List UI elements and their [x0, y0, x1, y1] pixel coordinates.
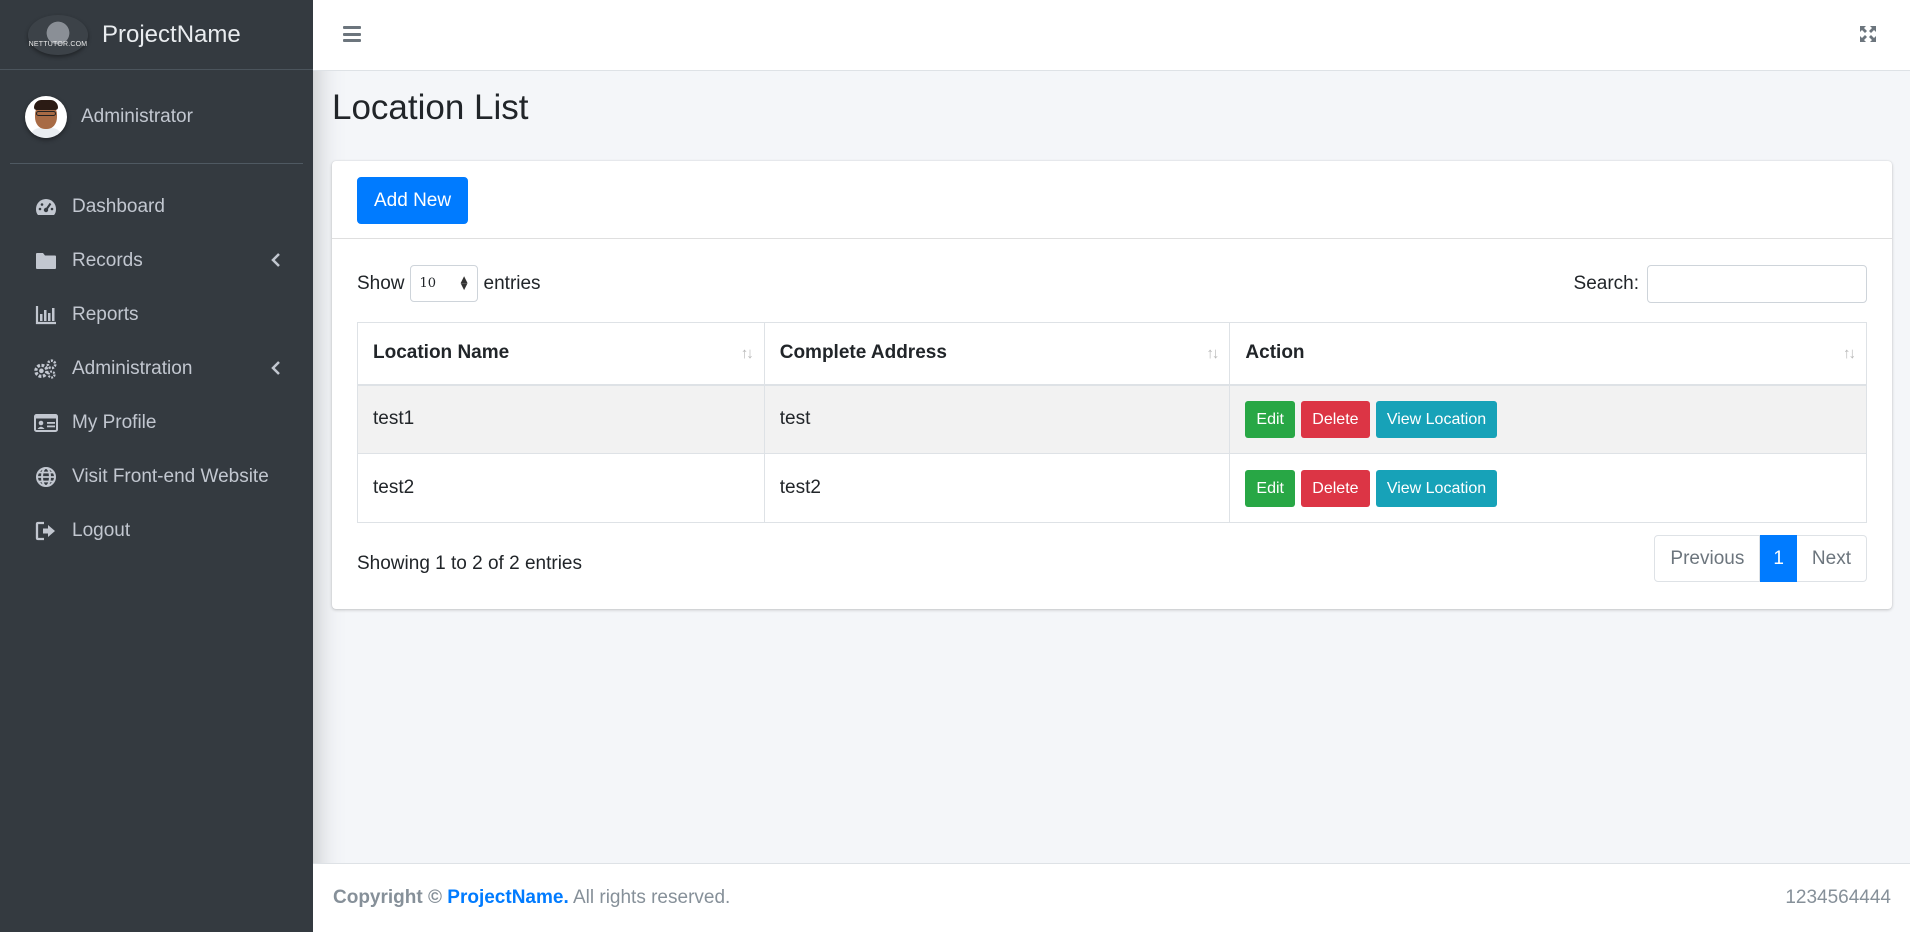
hamburger-icon[interactable]	[343, 26, 361, 42]
pagination-page-1[interactable]: 1	[1760, 535, 1797, 582]
user-name-link[interactable]: Administrator	[81, 106, 193, 128]
column-header-label: Location Name	[373, 342, 510, 364]
copyright-prefix: Copyright ©	[333, 887, 442, 908]
copyright: Copyright © ProjectName. All rights rese…	[333, 887, 730, 909]
sign-out-icon	[34, 520, 58, 542]
action-cell: Edit Delete View Location	[1229, 453, 1867, 523]
sidebar-nav: Dashboard Records Reports Administration	[0, 164, 313, 558]
tachometer-icon	[34, 196, 58, 218]
table-header-row: Location Name ↑↓ Complete Address ↑↓ Act…	[357, 322, 1867, 386]
user-panel: Administrator	[10, 70, 303, 164]
show-label: Show	[357, 272, 405, 294]
sidebar-item-label: Dashboard	[72, 196, 165, 217]
sidebar-item-reports[interactable]: Reports	[0, 288, 313, 342]
sidebar-item-label: Reports	[72, 304, 139, 325]
table-row: test2 test2 Edit Delete View Location	[357, 453, 1867, 523]
column-header-action[interactable]: Action ↑↓	[1229, 322, 1867, 386]
view-location-button[interactable]: View Location	[1375, 469, 1498, 507]
card-header: Add New	[332, 161, 1892, 239]
location-list-card: Add New Show 10 ▲ ▼ entries Search: Locat…	[332, 161, 1892, 609]
page-length-value: 10	[419, 276, 437, 291]
sidebar-item-label: Administration	[72, 358, 193, 379]
edit-button[interactable]: Edit	[1245, 469, 1295, 507]
sidebar-item-dashboard[interactable]: Dashboard	[0, 180, 313, 234]
entries-label: entries	[483, 272, 541, 294]
pagination-previous-button[interactable]: Previous	[1654, 535, 1761, 582]
delete-button[interactable]: Delete	[1301, 400, 1370, 438]
page-title: Location List	[332, 88, 529, 127]
sidebar-item-logout[interactable]: Logout	[0, 504, 313, 558]
brand-logo-text: NETTUTOR.COM	[28, 41, 88, 48]
delete-button[interactable]: Delete	[1301, 469, 1370, 507]
column-header-label: Complete Address	[779, 342, 947, 364]
location-name-cell: test2	[357, 453, 765, 523]
column-header-complete-address[interactable]: Complete Address ↑↓	[763, 322, 1231, 386]
avatar	[25, 95, 67, 138]
complete-address-cell: test	[763, 384, 1231, 454]
search-input[interactable]	[1647, 265, 1867, 303]
sidebar-item-my-profile[interactable]: My Profile	[0, 396, 313, 450]
view-location-button[interactable]: View Location	[1375, 400, 1498, 438]
cogs-icon	[34, 358, 58, 380]
column-header-location-name[interactable]: Location Name ↑↓	[357, 322, 765, 386]
page-length-select[interactable]: 10 ▲ ▼	[409, 265, 478, 302]
main-sidebar: NETTUTOR.COM ProjectName Administrator D…	[0, 0, 313, 932]
brand-logo: NETTUTOR.COM	[28, 14, 88, 55]
sidebar-item-records[interactable]: Records	[0, 234, 313, 288]
chevron-left-icon	[271, 360, 281, 376]
bar-chart-icon	[34, 304, 58, 326]
folder-icon	[34, 250, 58, 272]
table-length-control: Show 10 ▲ ▼ entries	[357, 265, 541, 302]
edit-button[interactable]: Edit	[1245, 400, 1295, 438]
sort-icon: ↑↓	[1843, 345, 1856, 362]
complete-address-cell: test2	[763, 453, 1231, 523]
sort-icon: ↑↓	[1206, 345, 1219, 362]
sidebar-item-administration[interactable]: Administration	[0, 342, 313, 396]
sidebar-item-visit-website[interactable]: Visit Front-end Website	[0, 450, 313, 504]
rights-text: All rights reserved.	[572, 887, 731, 908]
column-header-label: Action	[1245, 342, 1305, 364]
search-label: Search:	[1573, 273, 1639, 294]
location-name-cell: test1	[357, 384, 765, 454]
sidebar-item-label: Logout	[72, 520, 131, 541]
id-card-icon	[34, 412, 58, 434]
brand-link[interactable]: NETTUTOR.COM ProjectName	[0, 0, 313, 70]
locations-table: Location Name ↑↓ Complete Address ↑↓ Act…	[357, 322, 1867, 523]
add-new-button[interactable]: Add New	[357, 177, 469, 224]
main-footer: Copyright © ProjectName. All rights rese…	[313, 863, 1910, 932]
action-cell: Edit Delete View Location	[1229, 384, 1867, 454]
table-info: Showing 1 to 2 of 2 entries	[357, 553, 582, 574]
pagination-next-button[interactable]: Next	[1796, 535, 1867, 582]
sidebar-item-label: Records	[72, 250, 143, 271]
globe-icon	[34, 466, 58, 488]
sidebar-item-label: My Profile	[72, 412, 157, 433]
select-arrows-icon: ▲ ▼	[460, 274, 468, 292]
sidebar-item-label: Visit Front-end Website	[72, 466, 269, 487]
top-navbar	[313, 0, 1910, 71]
table-search-control: Search:	[1574, 265, 1867, 303]
brand-name: ProjectName	[102, 20, 241, 48]
pagination: Previous 1 Next	[1654, 535, 1867, 582]
chevron-left-icon	[271, 252, 281, 268]
table-row: test1 test Edit Delete View Location	[357, 384, 1867, 454]
expand-icon[interactable]	[1858, 24, 1878, 44]
sort-icon: ↑↓	[740, 345, 754, 362]
footer-phone: 1234564444	[1785, 887, 1891, 908]
project-link[interactable]: ProjectName.	[447, 887, 568, 908]
